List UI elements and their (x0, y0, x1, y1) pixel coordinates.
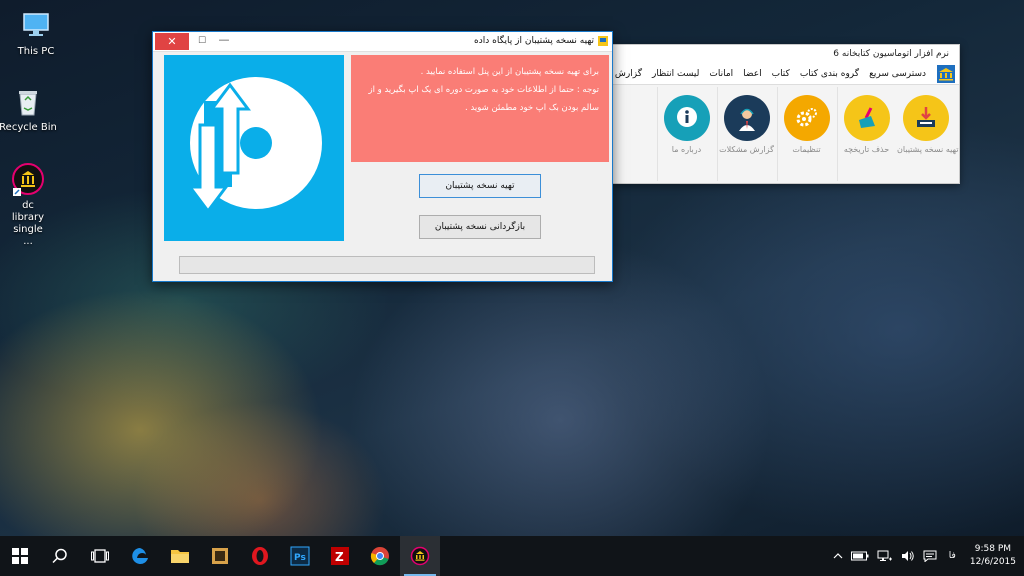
backup-dialog: ✕ ☐ — تهیه نسخه پشتیبان از پایگاه داده ب… (152, 31, 613, 282)
battery-icon[interactable] (850, 551, 869, 561)
menu-book-categories[interactable]: گروه بندی کتاب (800, 69, 859, 79)
edge-icon[interactable] (120, 536, 160, 576)
minimize-button[interactable]: — (213, 33, 235, 50)
task-view-icon[interactable] (80, 536, 120, 576)
recycle-bin-icon (11, 84, 45, 118)
tile-label: حذف تاریخچه (843, 145, 890, 154)
maximize-button[interactable]: ☐ (191, 33, 213, 50)
backup-logo (164, 55, 344, 241)
disc-arrows-icon (187, 77, 322, 214)
menu-reports[interactable]: گزارش (615, 69, 642, 79)
close-button[interactable]: ✕ (155, 33, 189, 50)
backup-icon (903, 95, 949, 141)
dialog-title: تهیه نسخه پشتیبان از پایگاه داده (474, 36, 594, 46)
info-line: سالم بودن بک اپ خود مطمئن شوید . (465, 103, 599, 113)
info-line: برای تهیه نسخه پشتیبان از این پنل استفاد… (420, 67, 599, 77)
filezilla-icon[interactable]: Z (320, 536, 360, 576)
start-icon[interactable] (0, 536, 40, 576)
action-center-icon[interactable] (923, 550, 937, 562)
desktop-icon-recycle-bin[interactable]: Recycle Bin (0, 84, 60, 134)
tile-about-us[interactable]: درباره ما (657, 87, 715, 181)
menu-quick-access[interactable]: دسترسی سریع (869, 69, 926, 79)
network-icon[interactable] (877, 550, 893, 562)
taskbar: Ps Z فا 9:58 PM 12/6/2015 (0, 536, 1024, 576)
menu-waiting-list[interactable]: لیست انتظار (652, 69, 699, 79)
tile-label: درباره ما (671, 145, 702, 154)
info-message: برای تهیه نسخه پشتیبان از این پنل استفاد… (351, 55, 609, 162)
menu-members[interactable]: اعضا (743, 69, 761, 79)
broom-icon (843, 95, 890, 141)
app-icon[interactable] (200, 536, 240, 576)
opera-icon[interactable] (240, 536, 280, 576)
app-menu-bar: دسترسی سریع گروه بندی کتاب کتاب اعضا اما… (613, 63, 959, 85)
desktop-icon-library-app[interactable]: dc library single ... (0, 162, 62, 248)
desktop-icon-label: This PC (17, 46, 55, 57)
tile-label: تنظیمات (792, 145, 821, 154)
photoshop-icon[interactable]: Ps (280, 536, 320, 576)
menu-loans[interactable]: امانات (709, 69, 733, 79)
clock[interactable]: 9:58 PM 12/6/2015 (970, 543, 1016, 569)
system-tray: فا 9:58 PM 12/6/2015 (829, 536, 1024, 576)
library-app-window: نرم افزار اتوماسیون کتابخانه 6 دسترسی سر… (612, 44, 960, 184)
tile-settings[interactable]: تنظیمات (777, 87, 835, 181)
tile-label: تهیه نسخه پشتیبان (897, 145, 959, 154)
desktop-icon-this-pc[interactable]: This PC (4, 8, 68, 58)
tile-label: گزارش مشکلات (719, 145, 774, 154)
chevron-up-icon[interactable] (833, 552, 843, 560)
tile-backup[interactable]: تهیه نسخه پشتیبان (897, 87, 959, 181)
window-app-icon (597, 35, 609, 47)
info-line: توجه : حتما از اطلاعات خود به صورت دوره … (368, 85, 600, 95)
tile-report-issues[interactable]: گزارش مشکلات (717, 87, 775, 181)
support-agent-icon (723, 95, 770, 141)
tile-clear-history[interactable]: حذف تاریخچه (837, 87, 895, 181)
clock-time: 9:58 PM (974, 544, 1012, 554)
file-explorer-icon[interactable] (160, 536, 200, 576)
language-indicator[interactable]: فا (949, 551, 956, 561)
volume-icon[interactable] (901, 550, 915, 562)
library-app-taskbar-icon[interactable] (400, 536, 440, 576)
chrome-icon[interactable] (360, 536, 400, 576)
create-backup-button[interactable]: تهیه نسخه پشتیبان (419, 174, 541, 198)
clock-date: 12/6/2015 (969, 557, 1016, 567)
library-app-icon (11, 162, 45, 196)
desktop-icon-label: dc library single ... (11, 200, 45, 247)
backup-progress-bar (179, 256, 595, 274)
ribbon-tiles: تهیه نسخه پشتیبان حذف تاریخچه تنظیمات گز… (613, 85, 959, 183)
library-logo-icon[interactable] (937, 64, 955, 83)
restore-backup-button[interactable]: بازگردانی نسخه پشتیبان (419, 215, 541, 239)
dialog-titlebar[interactable]: ✕ ☐ — تهیه نسخه پشتیبان از پایگاه داده (153, 32, 612, 52)
svg-text:Ps: Ps (294, 553, 306, 563)
desktop-icon-label: Recycle Bin (0, 122, 57, 133)
menu-books[interactable]: کتاب (772, 69, 790, 79)
info-icon (663, 95, 710, 141)
computer-icon (19, 8, 53, 42)
search-icon[interactable] (40, 536, 80, 576)
svg-text:Z: Z (335, 550, 344, 564)
gears-icon (783, 95, 830, 141)
app-title: نرم افزار اتوماسیون کتابخانه 6 (613, 45, 959, 63)
